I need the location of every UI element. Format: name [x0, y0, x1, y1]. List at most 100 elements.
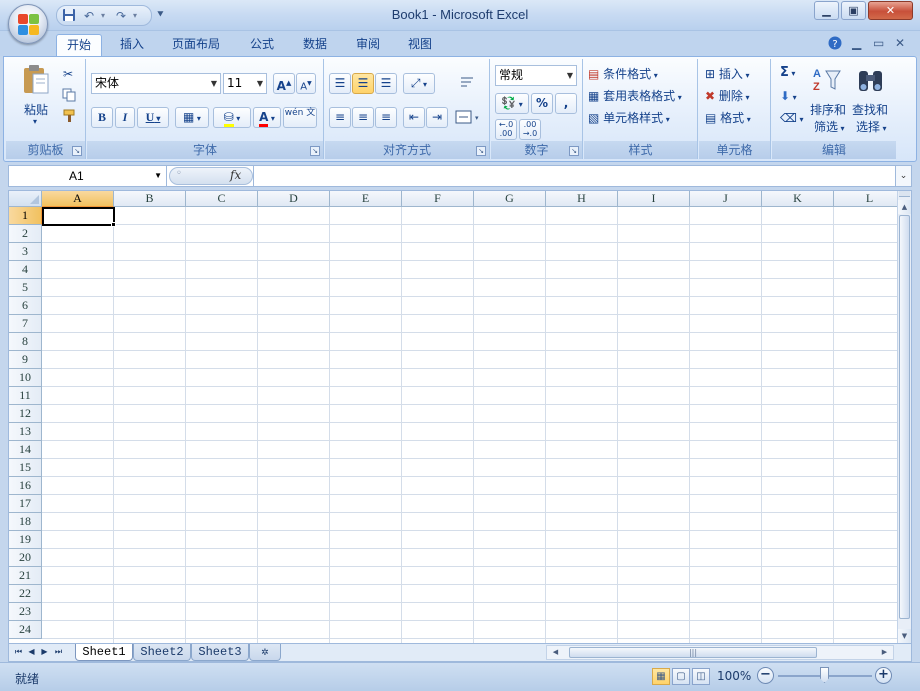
column-header[interactable]: G — [474, 191, 546, 207]
sort-filter-icon[interactable]: AZ — [812, 65, 842, 98]
tab-review[interactable]: 审阅 — [346, 34, 390, 56]
row-header[interactable]: 9 — [9, 351, 42, 369]
align-left-button[interactable]: ≡ — [329, 107, 351, 128]
normal-view-icon[interactable]: ▦ — [652, 668, 670, 685]
zoom-in-icon[interactable]: + — [875, 667, 892, 684]
column-header[interactable]: J — [690, 191, 762, 207]
scroll-up-icon[interactable]: ▲ — [898, 200, 911, 214]
currency-button[interactable]: 💱 ▾ — [495, 93, 529, 114]
row-header[interactable]: 2 — [9, 225, 42, 243]
resize-handle-icon[interactable]: ◦ — [176, 168, 182, 179]
sort-filter-label-2[interactable]: 筛选 ▾ — [814, 118, 845, 135]
prev-sheet-icon[interactable]: ◀ — [26, 646, 37, 658]
font-color-button[interactable]: A ▾ — [253, 107, 281, 128]
orientation-button[interactable]: ⤢ ▾ — [403, 73, 435, 94]
wrap-text-icon[interactable] — [459, 75, 475, 94]
grow-font-button[interactable]: A▲ — [273, 73, 295, 94]
find-select-label-2[interactable]: 选择 ▾ — [856, 118, 887, 135]
format-painter-icon[interactable] — [63, 109, 77, 126]
tab-page-layout[interactable]: 页面布局 — [162, 34, 230, 56]
conditional-formatting-button[interactable]: ▤ 条件格式 ▾ — [588, 65, 658, 82]
row-header[interactable]: 5 — [9, 279, 42, 297]
zoom-out-icon[interactable]: − — [757, 667, 774, 684]
insert-function-icon[interactable]: fx — [230, 168, 241, 182]
expand-formula-bar-icon[interactable]: ⌄ — [895, 166, 911, 186]
format-cells-button[interactable]: ▤ 格式 ▾ — [705, 109, 751, 126]
increase-decimal-button[interactable]: ←.0.00 — [495, 119, 517, 140]
align-right-button[interactable]: ≡ — [375, 107, 397, 128]
row-header[interactable]: 19 — [9, 531, 42, 549]
copy-icon[interactable] — [62, 88, 76, 105]
align-top-button[interactable]: ☰ — [329, 73, 351, 94]
decrease-indent-button[interactable]: ⇤ — [403, 107, 425, 128]
bold-button[interactable]: B — [91, 107, 113, 128]
page-layout-view-icon[interactable]: ▢ — [672, 668, 690, 685]
tab-view[interactable]: 视图 — [398, 34, 442, 56]
select-all-button[interactable] — [9, 191, 42, 207]
row-header[interactable]: 18 — [9, 513, 42, 531]
row-header[interactable]: 20 — [9, 549, 42, 567]
sheet-tab-2[interactable]: Sheet2 — [133, 644, 191, 661]
binoculars-icon[interactable] — [856, 67, 886, 98]
column-header[interactable]: F — [402, 191, 474, 207]
phonetic-guide-button[interactable]: wén 文 — [283, 107, 317, 128]
cut-icon[interactable]: ✂ — [63, 67, 73, 81]
fill-color-button[interactable]: ⛁ ▾ — [213, 107, 251, 128]
formula-input[interactable] — [253, 166, 895, 186]
zoom-slider-thumb[interactable] — [820, 667, 829, 683]
underline-button[interactable]: U ▾ — [137, 107, 169, 128]
row-header[interactable]: 21 — [9, 567, 42, 585]
tab-data[interactable]: 数据 — [293, 34, 337, 56]
split-box[interactable] — [899, 191, 910, 197]
tab-home[interactable]: 开始 — [56, 34, 103, 56]
ribbon-minimize-icon[interactable]: ▁ — [852, 36, 861, 50]
insert-cells-button[interactable]: ⊞ 插入 ▾ — [705, 65, 749, 82]
align-center-button[interactable]: ≡ — [352, 107, 374, 128]
decrease-decimal-button[interactable]: .00 →.0 — [519, 119, 541, 140]
row-header[interactable]: 13 — [9, 423, 42, 441]
font-name-combo[interactable]: 宋体 ▼ — [91, 73, 221, 94]
column-header[interactable]: I — [618, 191, 690, 207]
ribbon-restore-icon[interactable]: ▭ — [873, 36, 884, 50]
number-format-combo[interactable]: 常规 ▼ — [495, 65, 577, 86]
zoom-level[interactable]: 100% — [717, 669, 751, 683]
cell-area[interactable] — [42, 207, 897, 643]
percent-button[interactable]: % — [531, 93, 553, 114]
row-header[interactable]: 16 — [9, 477, 42, 495]
fill-button[interactable]: ⬇ ▾ — [780, 89, 797, 103]
shrink-font-button[interactable]: A▼ — [296, 73, 316, 94]
next-sheet-icon[interactable]: ▶ — [39, 646, 50, 658]
row-header[interactable]: 3 — [9, 243, 42, 261]
office-button[interactable] — [8, 4, 48, 44]
paste-icon[interactable] — [20, 63, 52, 98]
row-header[interactable]: 8 — [9, 333, 42, 351]
row-header[interactable]: 12 — [9, 405, 42, 423]
sort-filter-label-1[interactable]: 排序和 — [810, 101, 846, 118]
column-header[interactable]: E — [330, 191, 402, 207]
number-launcher-icon[interactable]: ↘ — [569, 146, 579, 156]
column-header[interactable]: H — [546, 191, 618, 207]
merge-center-icon[interactable]: ▾ — [455, 109, 479, 128]
last-sheet-icon[interactable]: ⏭ — [53, 646, 64, 658]
clipboard-launcher-icon[interactable]: ↘ — [72, 146, 82, 156]
column-header[interactable]: A — [42, 191, 114, 207]
maximize-button[interactable]: ▣ — [841, 1, 866, 20]
row-header[interactable]: 17 — [9, 495, 42, 513]
horizontal-scroll-thumb[interactable]: ||| — [569, 647, 817, 658]
scroll-left-icon[interactable]: ◀ — [549, 646, 562, 659]
close-button[interactable]: ✕ — [868, 1, 913, 20]
tab-insert[interactable]: 插入 — [110, 34, 154, 56]
vertical-scroll-thumb[interactable] — [899, 215, 910, 619]
row-header[interactable]: 7 — [9, 315, 42, 333]
paste-dropdown-icon[interactable]: ▾ — [33, 117, 37, 126]
fill-handle[interactable] — [111, 222, 116, 227]
autosum-button[interactable]: Σ ▾ — [780, 65, 795, 80]
row-header[interactable]: 14 — [9, 441, 42, 459]
row-header[interactable]: 23 — [9, 603, 42, 621]
scroll-down-icon[interactable]: ▼ — [898, 629, 911, 643]
alignment-launcher-icon[interactable]: ↘ — [476, 146, 486, 156]
cell-styles-button[interactable]: ▧ 单元格样式 ▾ — [588, 109, 670, 126]
format-as-table-button[interactable]: ▦ 套用表格格式 ▾ — [588, 87, 682, 104]
font-size-combo[interactable]: 11 ▼ — [223, 73, 267, 94]
row-header[interactable]: 4 — [9, 261, 42, 279]
